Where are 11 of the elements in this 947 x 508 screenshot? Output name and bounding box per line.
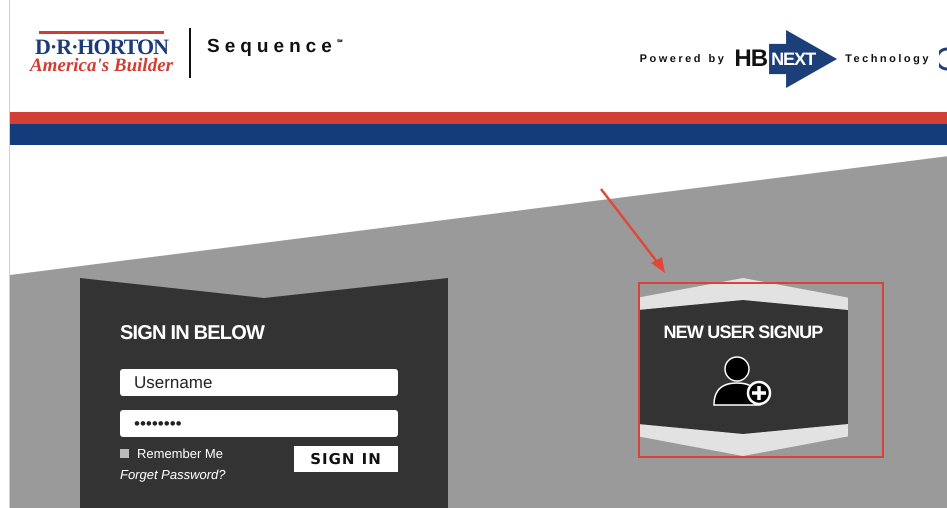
forgot-password-link[interactable]: Forget Password? (120, 467, 226, 482)
panel-title: SIGN IN BELOW (120, 322, 266, 345)
password-field[interactable]: •••••••• (120, 410, 398, 437)
company-logo: D·R·HORTON America's Builder (30, 30, 174, 76)
product-name: Sequence$^{℠}$ (207, 36, 343, 58)
powered-by-label: Powered by (640, 53, 726, 65)
username-field[interactable]: Username (120, 369, 398, 396)
remember-me-checkbox[interactable]: Remember Me (120, 446, 226, 461)
partner-logo: HB NEXT (734, 30, 838, 88)
technology-label: Technology (845, 53, 931, 65)
sign-in-button[interactable]: SIGN IN (294, 446, 398, 472)
